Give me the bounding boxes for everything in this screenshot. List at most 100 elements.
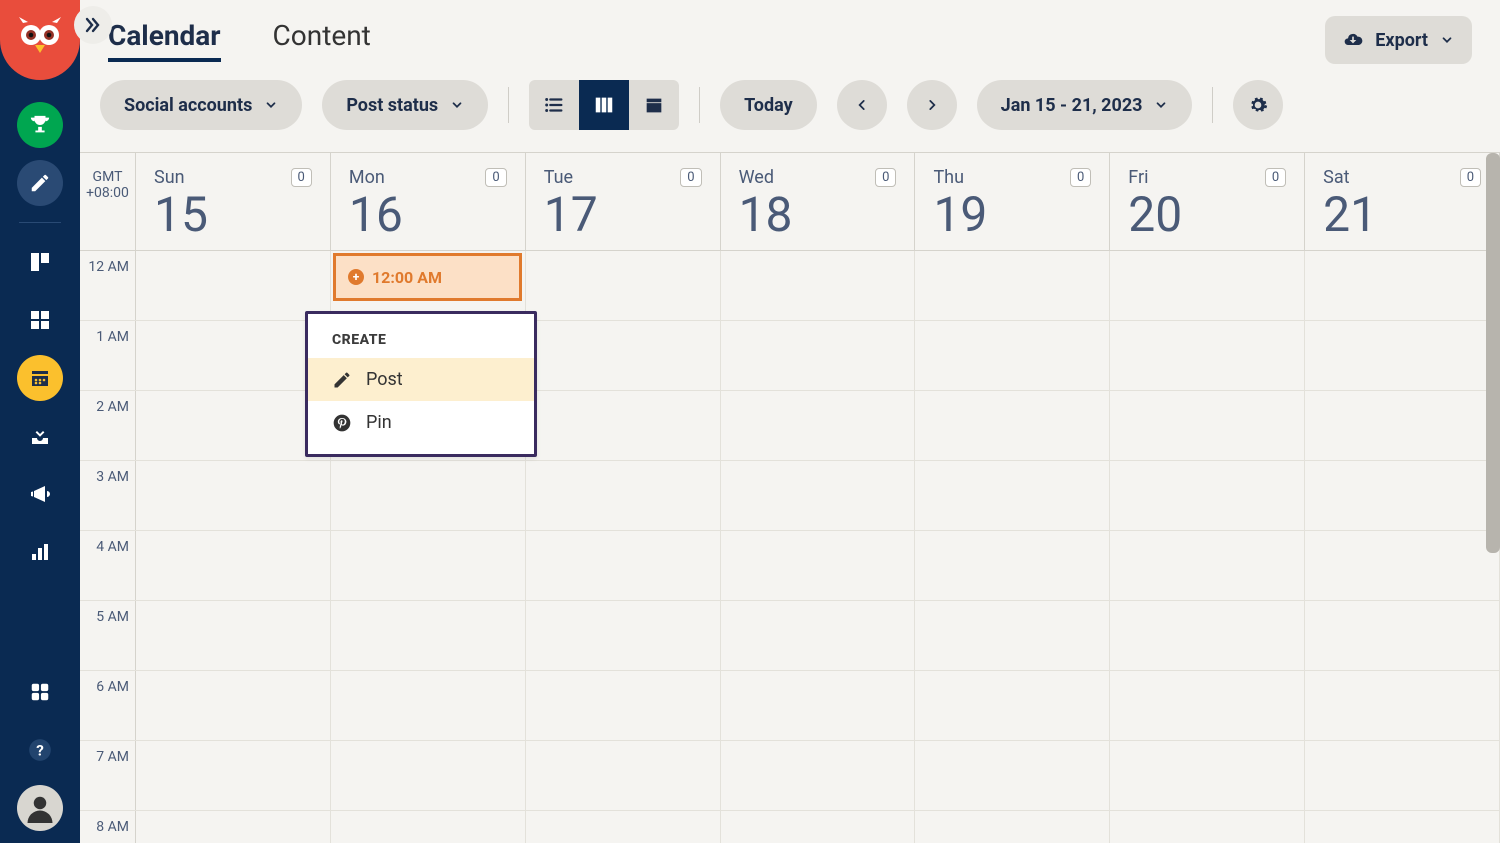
calendar-cell[interactable] [526,741,721,810]
calendar-cell[interactable] [721,461,916,530]
view-month-button[interactable] [629,80,679,130]
tab-calendar[interactable]: Calendar [108,19,221,62]
sidebar-item-achievements[interactable] [17,102,63,148]
calendar-cell[interactable] [526,601,721,670]
calendar-cell[interactable] [136,601,331,670]
calendar-cell[interactable] [136,251,331,320]
calendar-cell[interactable] [721,741,916,810]
view-list-button[interactable] [529,80,579,130]
new-post-slot[interactable]: + 12:00 AM [333,253,522,301]
sidebar-item-apps[interactable] [17,669,63,715]
calendar-cell[interactable] [331,671,526,740]
next-button[interactable] [907,80,957,130]
create-post-option[interactable]: Post [308,358,534,401]
calendar-cell[interactable] [136,321,331,390]
calendar-cell[interactable] [1110,461,1305,530]
create-pin-option[interactable]: Pin [308,401,534,444]
calendar-cell[interactable] [1305,531,1500,600]
calendar-cell[interactable] [331,601,526,670]
calendar-cell[interactable] [1305,601,1500,670]
calendar-body[interactable]: 12 AM1 AM2 AM3 AM4 AM5 AM6 AM7 AM8 AM [80,251,1500,843]
sidebar-item-dashboard[interactable] [17,297,63,343]
calendar-cell[interactable] [1110,671,1305,740]
sidebar-item-profile[interactable] [17,785,63,831]
calendar-cell[interactable] [136,461,331,530]
calendar-cell[interactable] [1110,531,1305,600]
calendar-cell[interactable] [331,811,526,843]
calendar-cell[interactable] [721,811,916,843]
calendar-cell[interactable] [915,671,1110,740]
calendar-cell[interactable] [1110,251,1305,320]
day-header-fri[interactable]: Fri0 20 [1110,153,1305,250]
post-status-filter[interactable]: Post status [322,80,488,130]
sidebar-item-analytics[interactable] [17,529,63,575]
calendar-cell[interactable] [1305,741,1500,810]
sidebar-item-inbox[interactable] [17,413,63,459]
calendar-cell[interactable] [331,741,526,810]
sidebar-item-compose[interactable] [17,160,63,206]
calendar-cell[interactable] [721,321,916,390]
logo[interactable] [0,0,80,80]
calendar-cell[interactable] [915,321,1110,390]
settings-button[interactable] [1233,80,1283,130]
tab-content[interactable]: Content [273,19,371,52]
calendar-cell[interactable] [1110,601,1305,670]
calendar-cell[interactable] [915,741,1110,810]
day-header-mon[interactable]: Mon0 16 [331,153,526,250]
today-button[interactable]: Today [720,80,817,130]
calendar-cell[interactable] [136,391,331,460]
megaphone-icon [28,482,52,506]
day-header-tue[interactable]: Tue0 17 [526,153,721,250]
calendar-cell[interactable] [915,251,1110,320]
calendar-cell[interactable] [721,251,916,320]
calendar-cell[interactable] [1305,321,1500,390]
calendar-cell[interactable] [526,811,721,843]
calendar-cell[interactable] [526,391,721,460]
sidebar-item-help[interactable]: ? [17,727,63,773]
calendar-cell[interactable] [915,811,1110,843]
calendar-cell[interactable] [331,461,526,530]
date-range-picker[interactable]: Jan 15 - 21, 2023 [977,80,1193,130]
calendar-cell[interactable] [721,531,916,600]
calendar-cell[interactable] [331,531,526,600]
calendar-cell[interactable] [915,391,1110,460]
calendar-cell[interactable] [1305,671,1500,740]
calendar-cell[interactable] [721,671,916,740]
calendar-cell[interactable] [1305,391,1500,460]
day-header-sun[interactable]: Sun0 15 [136,153,331,250]
calendar-cell[interactable] [526,251,721,320]
prev-button[interactable] [837,80,887,130]
calendar-cell[interactable] [1305,811,1500,843]
sidebar-item-streams[interactable] [17,239,63,285]
export-button[interactable]: Export [1325,16,1472,64]
calendar-cell[interactable] [136,811,331,843]
calendar-cell[interactable] [1110,391,1305,460]
day-header-sat[interactable]: Sat0 21 [1305,153,1500,250]
calendar-cell[interactable] [526,461,721,530]
calendar-cell[interactable] [136,741,331,810]
sidebar-item-planner[interactable] [17,355,63,401]
social-accounts-filter[interactable]: Social accounts [100,80,302,130]
calendar-cell[interactable] [526,671,721,740]
calendar-cell[interactable] [721,391,916,460]
calendar-cell[interactable] [915,531,1110,600]
sidebar-item-advertise[interactable] [17,471,63,517]
date-range-label: Jan 15 - 21, 2023 [1001,95,1143,116]
calendar-cell[interactable] [526,531,721,600]
calendar-cell[interactable] [721,601,916,670]
calendar-cell[interactable] [915,461,1110,530]
calendar-cell[interactable] [136,671,331,740]
view-week-button[interactable] [579,80,629,130]
calendar-cell[interactable] [1305,251,1500,320]
calendar-cell[interactable] [915,601,1110,670]
calendar-cell[interactable] [526,321,721,390]
calendar-cell[interactable] [1110,741,1305,810]
scrollbar[interactable] [1486,153,1500,553]
expand-sidebar-button[interactable] [74,6,112,44]
day-header-wed[interactable]: Wed0 18 [721,153,916,250]
calendar-cell[interactable] [136,531,331,600]
calendar-cell[interactable] [1110,811,1305,843]
calendar-cell[interactable] [1110,321,1305,390]
calendar-cell[interactable] [1305,461,1500,530]
day-header-thu[interactable]: Thu0 19 [915,153,1110,250]
